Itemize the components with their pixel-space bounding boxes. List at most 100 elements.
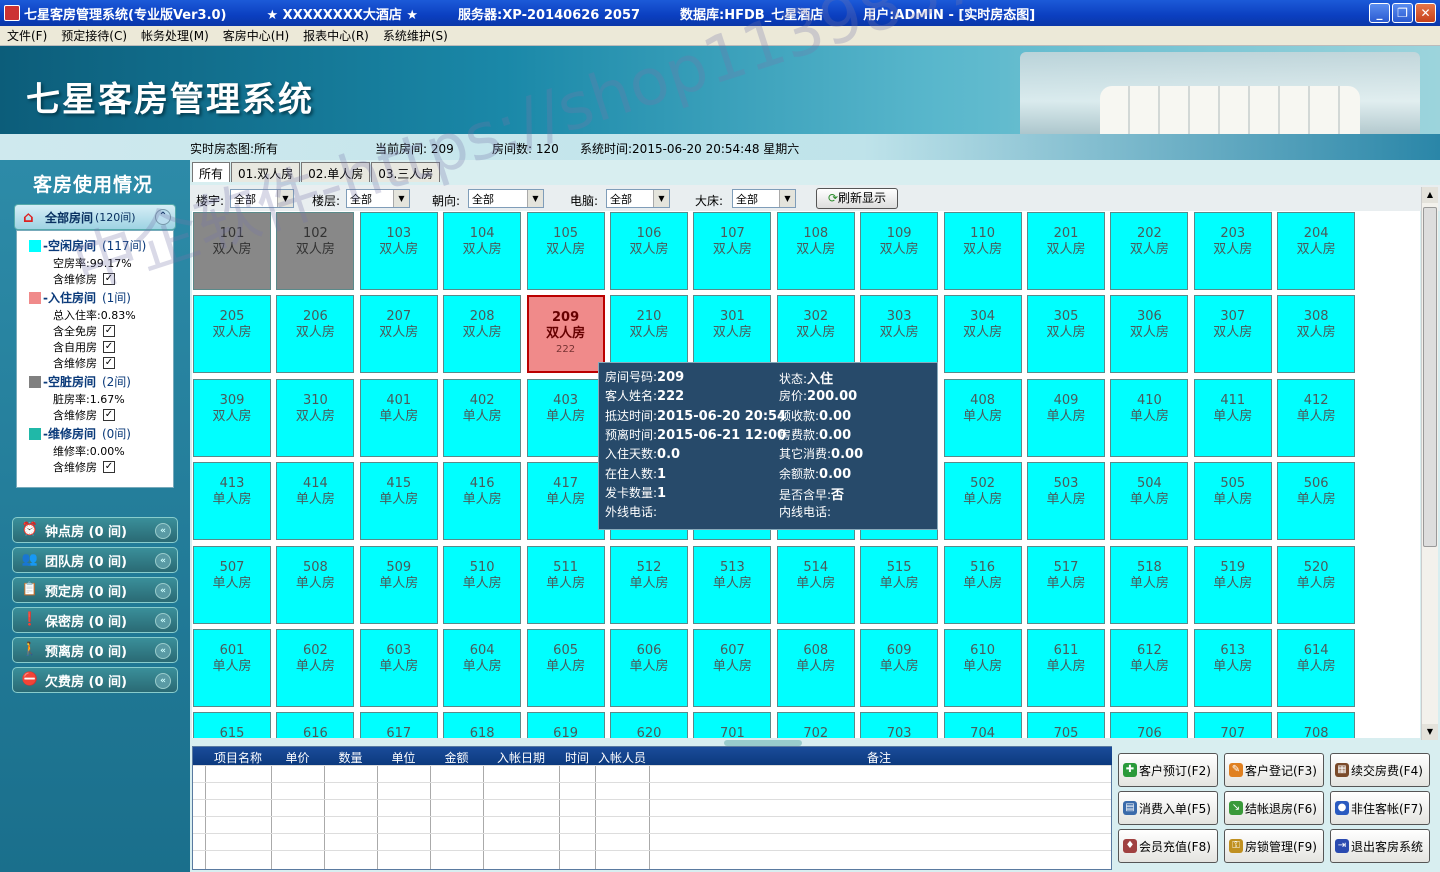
action-button[interactable]: ● 非住客帐(F7) bbox=[1330, 791, 1430, 825]
room-tile[interactable]: 411 单人房 bbox=[1193, 378, 1272, 457]
room-tile[interactable]: 610 单人房 bbox=[943, 629, 1022, 707]
menu-accounts[interactable]: 帐务处理(M) bbox=[134, 27, 216, 44]
room-tile[interactable]: 409 单人房 bbox=[1027, 378, 1105, 457]
ledger-row[interactable] bbox=[193, 765, 1111, 766]
ledger-column-header[interactable]: 备注 bbox=[649, 749, 1109, 766]
menu-reports[interactable]: 报表中心(R) bbox=[296, 27, 376, 44]
ledger-column-header[interactable]: 金额 bbox=[430, 749, 483, 766]
room-tile[interactable]: 615单人房 bbox=[193, 712, 271, 738]
room-tile[interactable]: 107 双人房 bbox=[693, 212, 772, 290]
room-tile[interactable]: 617单人房 bbox=[359, 712, 438, 738]
scroll-up-icon[interactable]: ▲ bbox=[1422, 187, 1438, 203]
room-tile[interactable]: 601 单人房 bbox=[193, 629, 271, 707]
room-tile[interactable]: 505 单人房 bbox=[1193, 462, 1272, 541]
room-tile[interactable]: 516 单人房 bbox=[943, 545, 1022, 624]
room-tile[interactable]: 608 单人房 bbox=[776, 629, 855, 707]
room-tile[interactable]: 206 双人房 bbox=[276, 295, 355, 374]
minimize-button[interactable]: _ bbox=[1369, 3, 1390, 23]
nav-clock[interactable]: ⏰ 钟点房 (0 间) « bbox=[12, 517, 178, 543]
nav-arrears[interactable]: ⛔ 欠费房 (0 间) « bbox=[12, 667, 178, 693]
room-tile[interactable]: 401 单人房 bbox=[359, 378, 438, 457]
dropdown-arrow-icon[interactable]: ▼ bbox=[277, 190, 293, 207]
room-tile[interactable]: 620单人房 bbox=[610, 712, 688, 738]
ledger-row[interactable] bbox=[193, 816, 1111, 817]
room-tile[interactable]: 520 单人房 bbox=[1277, 545, 1356, 624]
room-tile[interactable]: 110 双人房 bbox=[943, 212, 1022, 290]
room-tile[interactable]: 606 单人房 bbox=[610, 629, 688, 707]
tab-double[interactable]: 01.双人房 bbox=[231, 162, 301, 182]
room-tile[interactable]: 604 单人房 bbox=[443, 629, 522, 707]
room-tile[interactable]: 515 单人房 bbox=[860, 545, 939, 624]
dropdown-arrow-icon[interactable]: ▼ bbox=[779, 190, 795, 207]
filter-select[interactable]: 全部 ▼ bbox=[468, 189, 544, 208]
room-tile[interactable]: 417 单人房 bbox=[526, 462, 605, 541]
room-tile[interactable]: 408 单人房 bbox=[943, 378, 1022, 457]
room-tile[interactable]: 308 双人房 bbox=[1277, 295, 1356, 374]
room-tile[interactable]: 603 单人房 bbox=[359, 629, 438, 707]
action-button[interactable]: ⚿ 房锁管理(F9) bbox=[1224, 829, 1324, 863]
room-tile[interactable]: 202 双人房 bbox=[1110, 212, 1189, 290]
ledger-column-header[interactable]: 入帐人员 bbox=[595, 749, 649, 766]
room-tile[interactable]: 502 单人房 bbox=[943, 462, 1022, 541]
room-tile[interactable]: 518 单人房 bbox=[1110, 545, 1189, 624]
room-tile[interactable]: 105 双人房 bbox=[526, 212, 605, 290]
ledger-column-header[interactable]: 入帐日期 bbox=[483, 749, 559, 766]
room-tile[interactable]: 102 双人房 bbox=[276, 212, 355, 290]
checkbox[interactable]: ✓ bbox=[103, 273, 115, 285]
room-tile[interactable]: 101 双人房 bbox=[193, 212, 271, 290]
tab-single[interactable]: 02.单人房 bbox=[301, 162, 371, 182]
room-tile[interactable]: 611 单人房 bbox=[1027, 629, 1105, 707]
room-tile[interactable]: 412 单人房 bbox=[1277, 378, 1356, 457]
room-tile[interactable]: 410 单人房 bbox=[1110, 378, 1189, 457]
room-tile[interactable]: 607 单人房 bbox=[693, 629, 772, 707]
room-tile[interactable]: 609 单人房 bbox=[860, 629, 939, 707]
nav-departure[interactable]: 🚶 预离房 (0 间) « bbox=[12, 637, 178, 663]
action-button[interactable]: ✚ 客户预订(F2) bbox=[1118, 753, 1218, 787]
room-tile[interactable]: 707单人房 bbox=[1193, 712, 1272, 738]
filter-select[interactable]: 全部 ▼ bbox=[606, 189, 670, 208]
room-tile[interactable]: 708单人房 bbox=[1277, 712, 1356, 738]
room-tile[interactable]: 209 双人房 222 bbox=[526, 295, 605, 374]
room-tile[interactable]: 706单人房 bbox=[1110, 712, 1189, 738]
all-rooms-header[interactable]: ⌂ 全部房间 (120间) ⌃ bbox=[14, 204, 176, 230]
room-tile[interactable]: 205 双人房 bbox=[193, 295, 271, 374]
room-tile[interactable]: 402 单人房 bbox=[443, 378, 522, 457]
room-tile[interactable]: 510 单人房 bbox=[443, 545, 522, 624]
filter-select[interactable]: 全部 ▼ bbox=[346, 189, 410, 208]
room-tile[interactable]: 619单人房 bbox=[526, 712, 605, 738]
room-tile[interactable]: 415 单人房 bbox=[359, 462, 438, 541]
ledger-column-header[interactable]: 单位 bbox=[377, 749, 430, 766]
room-tile[interactable]: 103 双人房 bbox=[359, 212, 438, 290]
ledger-column-header[interactable]: 项目名称 bbox=[205, 749, 271, 766]
chevron-left-icon[interactable]: « bbox=[155, 643, 171, 659]
room-tile[interactable]: 507 单人房 bbox=[193, 545, 271, 624]
scroll-thumb[interactable] bbox=[1423, 207, 1437, 547]
room-tile[interactable]: 511 单人房 bbox=[526, 545, 605, 624]
refresh-button[interactable]: ⟳刷新显示 bbox=[816, 188, 898, 209]
room-tile[interactable]: 109 双人房 bbox=[860, 212, 939, 290]
nav-secret[interactable]: ❗ 保密房 (0 间) « bbox=[12, 607, 178, 633]
room-tile[interactable]: 403 单人房 bbox=[526, 378, 605, 457]
action-button[interactable]: ▤ 消费入单(F5) bbox=[1118, 791, 1218, 825]
chevron-left-icon[interactable]: « bbox=[155, 583, 171, 599]
nav-group[interactable]: 👥 团队房 (0 间) « bbox=[12, 547, 178, 573]
room-tile[interactable]: 612 单人房 bbox=[1110, 629, 1189, 707]
chevron-left-icon[interactable]: « bbox=[155, 523, 171, 539]
checkbox[interactable]: ✓ bbox=[103, 461, 115, 473]
filter-select[interactable]: 全部 ▼ bbox=[230, 189, 294, 208]
room-tile[interactable]: 416 单人房 bbox=[443, 462, 522, 541]
room-tile[interactable]: 504 单人房 bbox=[1110, 462, 1189, 541]
action-button[interactable]: ♦ 会员充值(F8) bbox=[1118, 829, 1218, 863]
ledger-column-header[interactable]: 数量 bbox=[324, 749, 377, 766]
room-tile[interactable]: 305 双人房 bbox=[1027, 295, 1105, 374]
room-tile[interactable]: 201 双人房 bbox=[1027, 212, 1105, 290]
room-tile[interactable]: 616单人房 bbox=[276, 712, 355, 738]
room-tile[interactable]: 512 单人房 bbox=[610, 545, 688, 624]
room-tile[interactable]: 309 双人房 bbox=[193, 378, 271, 457]
close-button[interactable]: ✕ bbox=[1415, 3, 1436, 23]
ledger-column-header[interactable]: 单价 bbox=[271, 749, 324, 766]
room-tile[interactable]: 208 双人房 bbox=[443, 295, 522, 374]
room-tile[interactable]: 605 单人房 bbox=[526, 629, 605, 707]
room-tile[interactable]: 207 双人房 bbox=[359, 295, 438, 374]
room-tile[interactable]: 104 双人房 bbox=[443, 212, 522, 290]
